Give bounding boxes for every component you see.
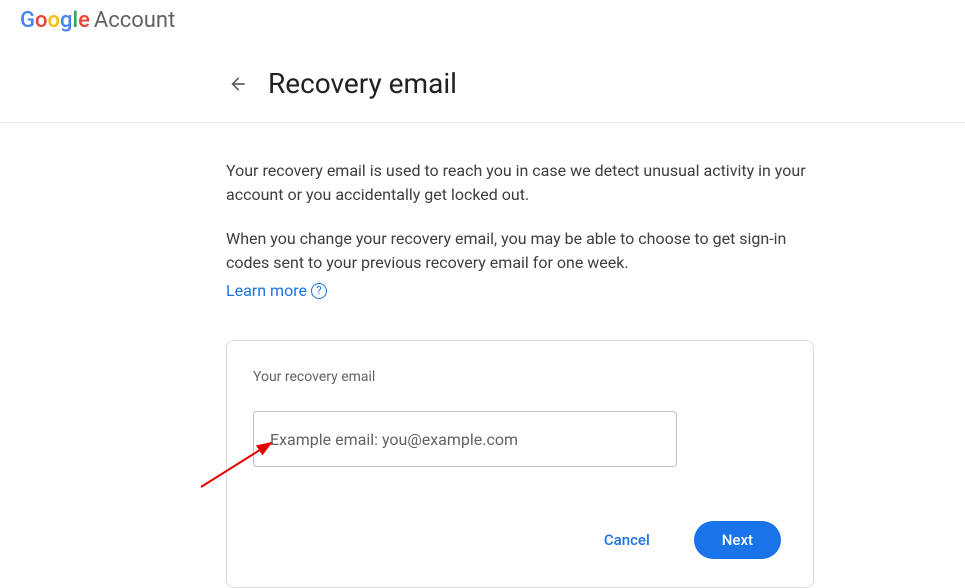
logo-letter-o2: o (47, 8, 59, 33)
main-content: Your recovery email is used to reach you… (0, 123, 816, 588)
recovery-email-input[interactable] (253, 411, 677, 467)
logo-letter-e: e (78, 8, 90, 33)
help-icon: ? (311, 283, 327, 299)
recovery-email-label: Your recovery email (253, 369, 787, 385)
logo-letter-g1: G (20, 8, 35, 33)
recovery-email-card: Your recovery email Cancel Next (226, 340, 814, 588)
back-arrow-icon[interactable] (226, 72, 250, 96)
google-account-logo: Google Account (20, 8, 175, 33)
description-text-1: Your recovery email is used to reach you… (226, 159, 806, 207)
next-button[interactable]: Next (694, 521, 781, 559)
logo-letter-g2: g (60, 8, 72, 33)
card-actions: Cancel Next (253, 521, 787, 559)
logo-letter-o1: o (35, 8, 47, 33)
title-row: Recovery email (0, 49, 965, 123)
description-text-2: When you change your recovery email, you… (226, 227, 806, 275)
top-bar: Google Account (0, 0, 965, 49)
cancel-button[interactable]: Cancel (592, 523, 662, 557)
page-title: Recovery email (268, 67, 457, 100)
learn-more-link[interactable]: Learn more ? (226, 281, 327, 300)
logo-account-text: Account (94, 8, 175, 33)
learn-more-text: Learn more (226, 281, 307, 300)
